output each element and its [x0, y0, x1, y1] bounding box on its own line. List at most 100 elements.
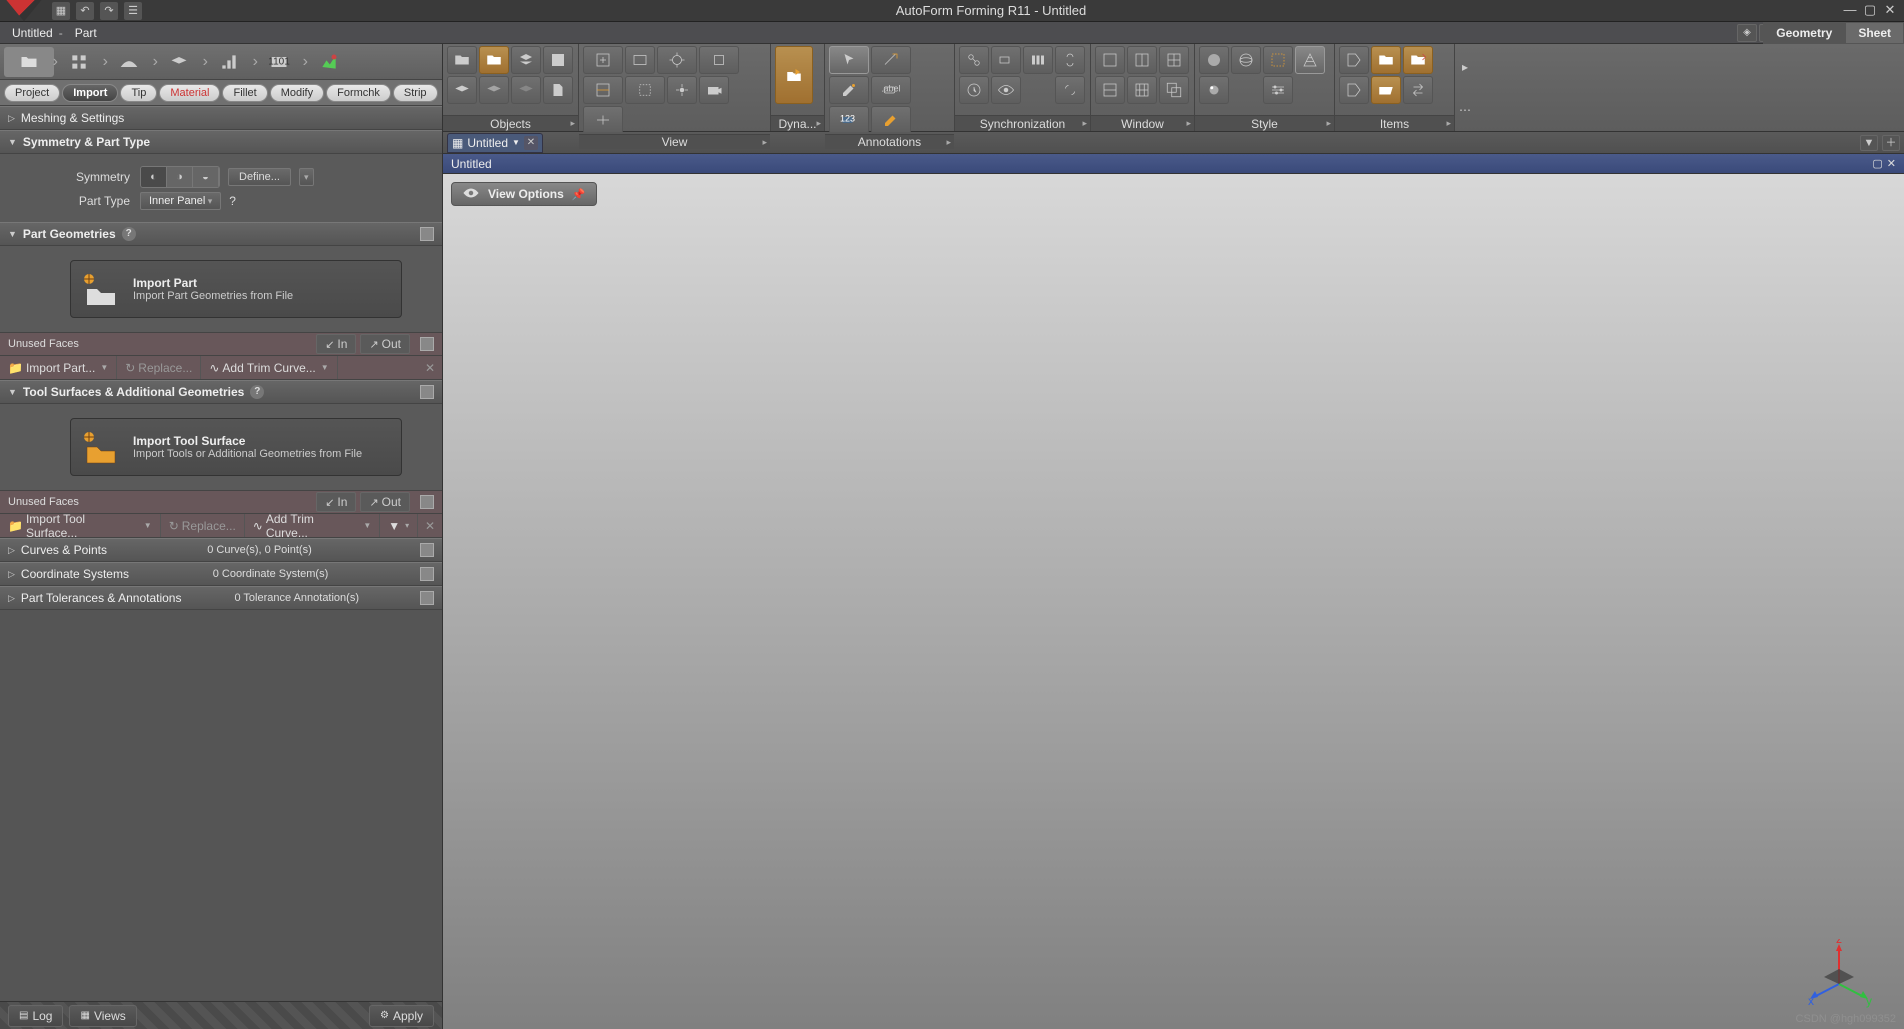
nav-eval-icon[interactable] — [304, 47, 354, 77]
tab-geometry[interactable]: Geometry — [1763, 22, 1845, 44]
ann-select-icon[interactable] — [829, 46, 869, 74]
add-trim-curve[interactable]: ∿Add Trim Curve...▼ — [201, 356, 337, 379]
nav-part-icon[interactable] — [4, 47, 54, 77]
dyna-main-icon[interactable] — [775, 46, 813, 104]
obj-icon-5[interactable] — [447, 76, 477, 104]
nav-die-icon[interactable] — [104, 47, 154, 77]
ann-edit-icon[interactable] — [829, 76, 869, 104]
replace-button-2[interactable]: ↻Replace... — [161, 514, 245, 537]
item-folder2-icon[interactable] — [1403, 46, 1433, 74]
expand-icon[interactable]: ▸ — [570, 118, 575, 129]
view-rotate-icon[interactable] — [699, 46, 739, 74]
close-row-icon[interactable]: ✕ — [418, 361, 442, 375]
expand-icon[interactable]: ▸ — [946, 137, 951, 148]
style-persp-icon[interactable] — [1295, 46, 1325, 74]
pill-material[interactable]: Material — [159, 84, 220, 102]
tab-sheet[interactable]: Sheet — [1845, 22, 1904, 44]
nav-sim-icon[interactable]: 1101 — [254, 47, 304, 77]
tabs-add-icon[interactable]: ＋ — [1882, 135, 1900, 151]
section-checkbox[interactable] — [420, 385, 434, 399]
ann-label-icon[interactable]: Label — [871, 76, 911, 104]
style-wire-icon[interactable] — [1231, 46, 1261, 74]
define-dropdown[interactable] — [299, 168, 314, 186]
pin-icon[interactable]: 📌 — [572, 188, 586, 201]
expand-icon[interactable]: ▸ — [1186, 118, 1191, 129]
sync-eye-icon[interactable] — [991, 76, 1021, 104]
import-part-button[interactable]: Import Part Import Part Geometries from … — [70, 260, 402, 318]
replace-button[interactable]: ↻Replace... — [117, 356, 201, 379]
import-tool-surface-button[interactable]: Import Tool Surface Import Tools or Addi… — [70, 418, 402, 476]
import-part-menu[interactable]: 📁Import Part...▼ — [0, 356, 117, 379]
bc-tool-diamond-icon[interactable]: ◈ — [1737, 24, 1757, 42]
unused-in-button[interactable]: ↙In — [316, 334, 356, 354]
section-checkbox[interactable] — [420, 227, 434, 241]
unused-in-button-2[interactable]: ↙In — [316, 492, 356, 512]
document-tab[interactable]: ▦ Untitled ▼ ✕ — [447, 133, 543, 153]
expand-icon[interactable]: ▸ — [816, 118, 821, 129]
sync-time-icon[interactable] — [959, 76, 989, 104]
win-2h-icon[interactable] — [1127, 46, 1157, 74]
ribbon-more-icon[interactable]: ⋯ — [1459, 103, 1471, 117]
sync-break-icon[interactable] — [1055, 76, 1085, 104]
sync-link-icon[interactable] — [959, 46, 989, 74]
view-zoom-icon[interactable] — [625, 46, 655, 74]
views-button[interactable]: ▦Views — [69, 1005, 136, 1027]
style-light-icon[interactable] — [1199, 76, 1229, 104]
apply-button[interactable]: ⚙Apply — [369, 1005, 434, 1027]
axis-gizmo[interactable]: z x y — [1804, 939, 1874, 1009]
qa-new-icon[interactable]: ▦ — [52, 2, 70, 20]
item-folder-icon[interactable] — [1371, 46, 1401, 74]
sync-step-icon[interactable] — [1023, 46, 1053, 74]
doc-tab-dd-icon[interactable]: ▼ — [512, 138, 520, 147]
breadcrumb-root[interactable]: Untitled — [6, 26, 69, 40]
obj-icon-1[interactable] — [447, 46, 477, 74]
nav-process-icon[interactable] — [204, 47, 254, 77]
unused-checkbox[interactable] — [420, 337, 434, 351]
obj-icon-4[interactable] — [543, 46, 573, 74]
obj-icon-2[interactable] — [479, 46, 509, 74]
viewport-3d[interactable]: View Options 📌 z x y CSDN @hgh099352 — [443, 174, 1904, 1029]
win-4-icon[interactable] — [1159, 46, 1189, 74]
win-2v-icon[interactable] — [1095, 76, 1125, 104]
viewport-close-icon[interactable]: ✕ — [1887, 157, 1896, 170]
pill-project[interactable]: Project — [4, 84, 60, 102]
style-slider-icon[interactable] — [1263, 76, 1293, 104]
add-trim-curve-2[interactable]: ∿Add Trim Curve...▼ — [245, 514, 380, 537]
qa-settings-icon[interactable]: ☰ — [124, 2, 142, 20]
sync-label-icon[interactable] — [991, 46, 1021, 74]
section-checkbox[interactable] — [420, 543, 434, 557]
sync-chain-icon[interactable] — [1055, 46, 1085, 74]
view-fit-icon[interactable] — [583, 46, 623, 74]
item-open-icon[interactable] — [1371, 76, 1401, 104]
obj-icon-7[interactable] — [511, 76, 541, 104]
ann-dim-icon[interactable] — [871, 46, 911, 74]
pill-fillet[interactable]: Fillet — [222, 84, 267, 102]
section-tool-surfaces[interactable]: Tool Surfaces & Additional Geometries ? — [0, 380, 442, 404]
qa-undo-icon[interactable]: ↶ — [76, 2, 94, 20]
unused-checkbox-2[interactable] — [420, 495, 434, 509]
pill-tip[interactable]: Tip — [120, 84, 157, 102]
item-tag-icon[interactable] — [1339, 46, 1369, 74]
define-button[interactable]: Define... — [228, 168, 291, 186]
minimize-icon[interactable]: — — [1840, 3, 1860, 19]
item-swap-icon[interactable] — [1403, 76, 1433, 104]
win-grid-icon[interactable] — [1127, 76, 1157, 104]
sym-none-icon[interactable]: ◐ — [141, 167, 167, 187]
section-coord[interactable]: Coordinate Systems 0 Coordinate System(s… — [0, 562, 442, 586]
pill-modify[interactable]: Modify — [270, 84, 324, 102]
breadcrumb-part[interactable]: Part — [69, 26, 109, 40]
view-camera-icon[interactable] — [699, 76, 729, 104]
unused-out-button-2[interactable]: ↗Out — [360, 492, 410, 512]
section-checkbox[interactable] — [420, 591, 434, 605]
section-symmetry[interactable]: Symmetry & Part Type — [0, 130, 442, 154]
help-icon[interactable]: ? — [229, 194, 236, 208]
win-cascade-icon[interactable] — [1159, 76, 1189, 104]
filter-button[interactable]: ▼▾ — [380, 514, 418, 537]
pill-import[interactable]: Import — [62, 84, 118, 102]
item-tag2-icon[interactable] — [1339, 76, 1369, 104]
obj-icon-8[interactable] — [543, 76, 573, 104]
win-1-icon[interactable] — [1095, 46, 1125, 74]
sym-half-icon[interactable]: ◑ — [167, 167, 193, 187]
view-align-icon[interactable] — [583, 106, 623, 134]
symmetry-toggle[interactable]: ◐ ◑ ◒ — [140, 166, 220, 188]
